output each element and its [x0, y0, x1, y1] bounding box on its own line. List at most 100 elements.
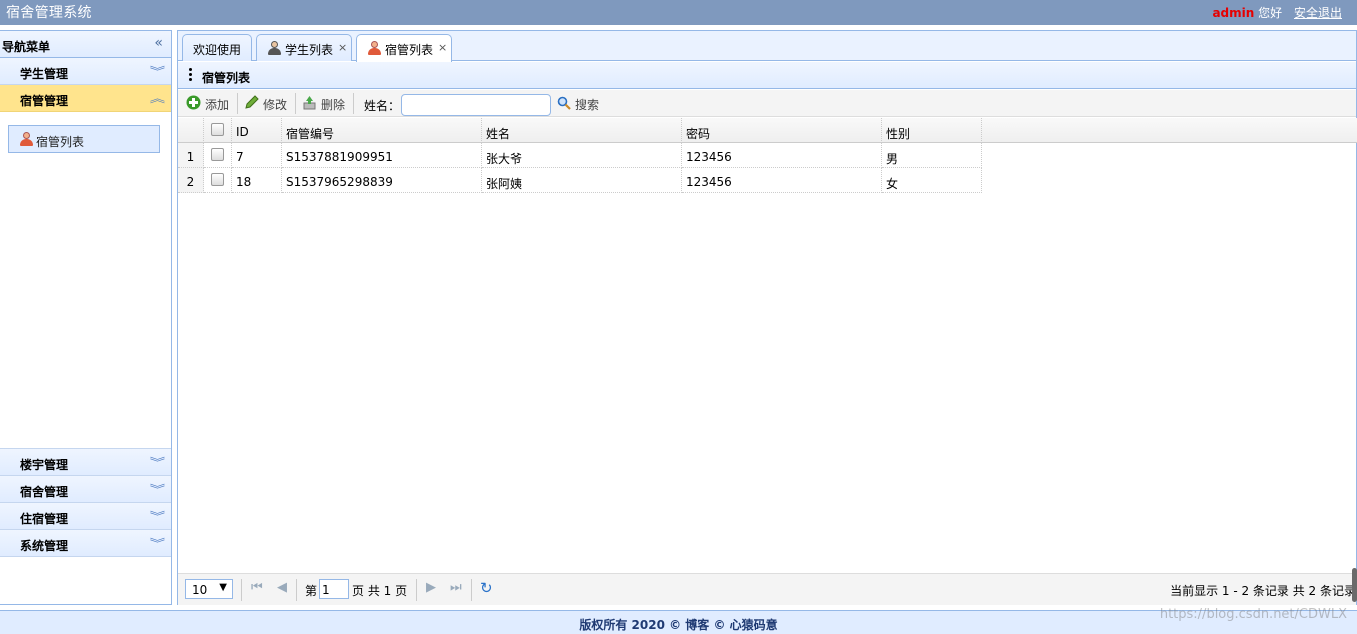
- tab-welcome[interactable]: 欢迎使用: [182, 34, 252, 61]
- close-icon[interactable]: ×: [438, 41, 447, 54]
- search-icon: [557, 96, 571, 110]
- add-label: 添加: [205, 98, 230, 112]
- user-icon: [267, 41, 281, 55]
- scrollbar-handle[interactable]: [1352, 568, 1357, 602]
- greeting: 您好: [1258, 6, 1283, 20]
- table-cell: 123456: [682, 168, 882, 193]
- menu-item-manager-list[interactable]: 宿管列表: [8, 125, 160, 153]
- select-all-checkbox[interactable]: [211, 123, 224, 136]
- pager-divider: [471, 579, 472, 601]
- add-button[interactable]: 添加: [184, 90, 234, 117]
- watermark: https://blog.csdn.net/CDWLX: [1159, 607, 1347, 622]
- page-size-value: 10: [192, 583, 208, 597]
- last-page-icon[interactable]: ⏭: [450, 580, 462, 595]
- panel-header: 宿管列表: [178, 62, 1356, 89]
- grid-header-rownum: [178, 118, 204, 143]
- refresh-icon[interactable]: ↻: [480, 579, 493, 597]
- collapse-icon[interactable]: ︽: [150, 90, 165, 106]
- expand-icon[interactable]: ︾: [150, 508, 165, 524]
- logout-link[interactable]: 安全退出: [1294, 6, 1342, 20]
- grid-header-filler: [982, 118, 1357, 143]
- dropdown-arrow-icon: ▼: [219, 582, 227, 593]
- row-number: 2: [178, 168, 204, 193]
- user-icon: [367, 41, 381, 55]
- grid-header-cell[interactable]: 性别: [882, 118, 982, 143]
- nav-section-manager[interactable]: 宿管管理 ︽: [0, 85, 171, 112]
- menu-item-label: 宿管列表: [36, 135, 85, 149]
- nav-section-building[interactable]: 楼宇管理 ︾: [0, 449, 171, 476]
- row-checkbox-cell[interactable]: [204, 168, 232, 193]
- search-button[interactable]: 搜索: [556, 90, 604, 117]
- main-content: 欢迎使用 学生列表 × 宿管列表 × 宿管列表 添加 修改 删除 姓名： 搜索 …: [177, 30, 1357, 605]
- expand-icon[interactable]: ︾: [150, 481, 165, 497]
- table-cell: 123456: [682, 143, 882, 168]
- delete-button[interactable]: 删除: [300, 90, 350, 117]
- user-icon: [19, 132, 33, 146]
- top-header: 宿舍管理系统 admin 您好 安全退出: [0, 0, 1357, 25]
- pager-divider: [241, 579, 242, 601]
- nav-section-lodging[interactable]: 住宿管理 ︾: [0, 503, 171, 530]
- row-checkbox[interactable]: [211, 173, 224, 186]
- table-cell: 18: [232, 168, 282, 193]
- row-checkbox-cell[interactable]: [204, 143, 232, 168]
- add-icon: [186, 95, 201, 110]
- grid-header-checkbox[interactable]: [204, 118, 232, 143]
- prev-page-icon[interactable]: ◀: [277, 580, 287, 595]
- page-total: 页 共 1 页: [352, 584, 408, 598]
- pager-divider: [296, 579, 297, 601]
- table-cell: S1537881909951: [282, 143, 482, 168]
- table-cell: S1537965298839: [282, 168, 482, 193]
- tab-bar: 欢迎使用 学生列表 × 宿管列表 ×: [178, 31, 1356, 62]
- first-page-icon[interactable]: ⏮: [251, 580, 263, 595]
- nav-section-dorm[interactable]: 宿舍管理 ︾: [0, 476, 171, 503]
- nav-header: 导航菜单 «: [0, 31, 171, 58]
- nav-section-label: 系统管理: [20, 539, 69, 553]
- row-checkbox[interactable]: [211, 148, 224, 161]
- expand-icon[interactable]: ︾: [150, 63, 165, 79]
- row-number: 1: [178, 143, 204, 168]
- nav-section-label: 楼宇管理: [20, 458, 69, 472]
- grid-header-cell[interactable]: 姓名: [482, 118, 682, 143]
- nav-section-label: 学生管理: [20, 67, 69, 81]
- table-cell: 女: [882, 168, 982, 193]
- copyright-text: 版权所有 2020 © 博客 © 心猿码意: [579, 618, 778, 632]
- tab-label: 欢迎使用: [193, 43, 242, 57]
- navigation-panel: 导航菜单 « 学生管理 ︾ 宿管管理 ︽ 宿管列表 楼宇管理 ︾ 宿舍管理 ︾ …: [0, 30, 172, 605]
- tab-student-list[interactable]: 学生列表 ×: [256, 34, 352, 61]
- expand-icon[interactable]: ︾: [150, 535, 165, 551]
- panel-title: 宿管列表: [202, 71, 251, 85]
- page-prefix: 第: [305, 584, 318, 598]
- nav-section-label: 住宿管理: [20, 512, 69, 526]
- table-cell: 7: [232, 143, 282, 168]
- grid-header-cell[interactable]: 密码: [682, 118, 882, 143]
- grid-header-cell[interactable]: 宿管编号: [282, 118, 482, 143]
- pagination-bar: 10 ▼ ⏮ ◀ 第 1 页 共 1 页 ▶ ⏭ ↻ 当前显示 1 - 2 条记…: [178, 573, 1356, 605]
- nav-section-student[interactable]: 学生管理 ︾: [0, 58, 171, 85]
- grid-header-cell[interactable]: ID: [232, 118, 282, 143]
- collapse-left-icon[interactable]: «: [154, 35, 163, 51]
- table-cell: 男: [882, 143, 982, 168]
- nav-section-body: 宿管列表: [0, 112, 171, 449]
- nav-section-label: 宿管管理: [20, 94, 69, 108]
- footer: 版权所有 2020 © 博客 © 心猿码意: [0, 610, 1357, 634]
- tab-manager-list[interactable]: 宿管列表 ×: [356, 34, 452, 62]
- tab-label: 学生列表: [285, 43, 334, 57]
- user-area: admin 您好 安全退出: [1212, 4, 1342, 21]
- edit-button[interactable]: 修改: [242, 90, 292, 117]
- delete-icon: [303, 96, 316, 110]
- toolbar-divider: [237, 93, 238, 114]
- toolbar-divider: [353, 93, 354, 114]
- toolbar-divider: [295, 93, 296, 114]
- nav-section-system[interactable]: 系统管理 ︾: [0, 530, 171, 557]
- expand-icon[interactable]: ︾: [150, 454, 165, 470]
- page-number-input[interactable]: 1: [319, 579, 349, 599]
- pencil-icon: [245, 95, 259, 109]
- name-search-input[interactable]: [401, 94, 551, 116]
- nav-title: 导航菜单: [2, 40, 51, 54]
- search-label: 搜索: [575, 98, 600, 112]
- close-icon[interactable]: ×: [338, 41, 347, 54]
- page-size-select[interactable]: 10 ▼: [185, 579, 233, 599]
- tab-label: 宿管列表: [385, 43, 434, 57]
- page-info: 当前显示 1 - 2 条记录 共 2 条记录: [1170, 584, 1356, 598]
- next-page-icon[interactable]: ▶: [426, 580, 436, 595]
